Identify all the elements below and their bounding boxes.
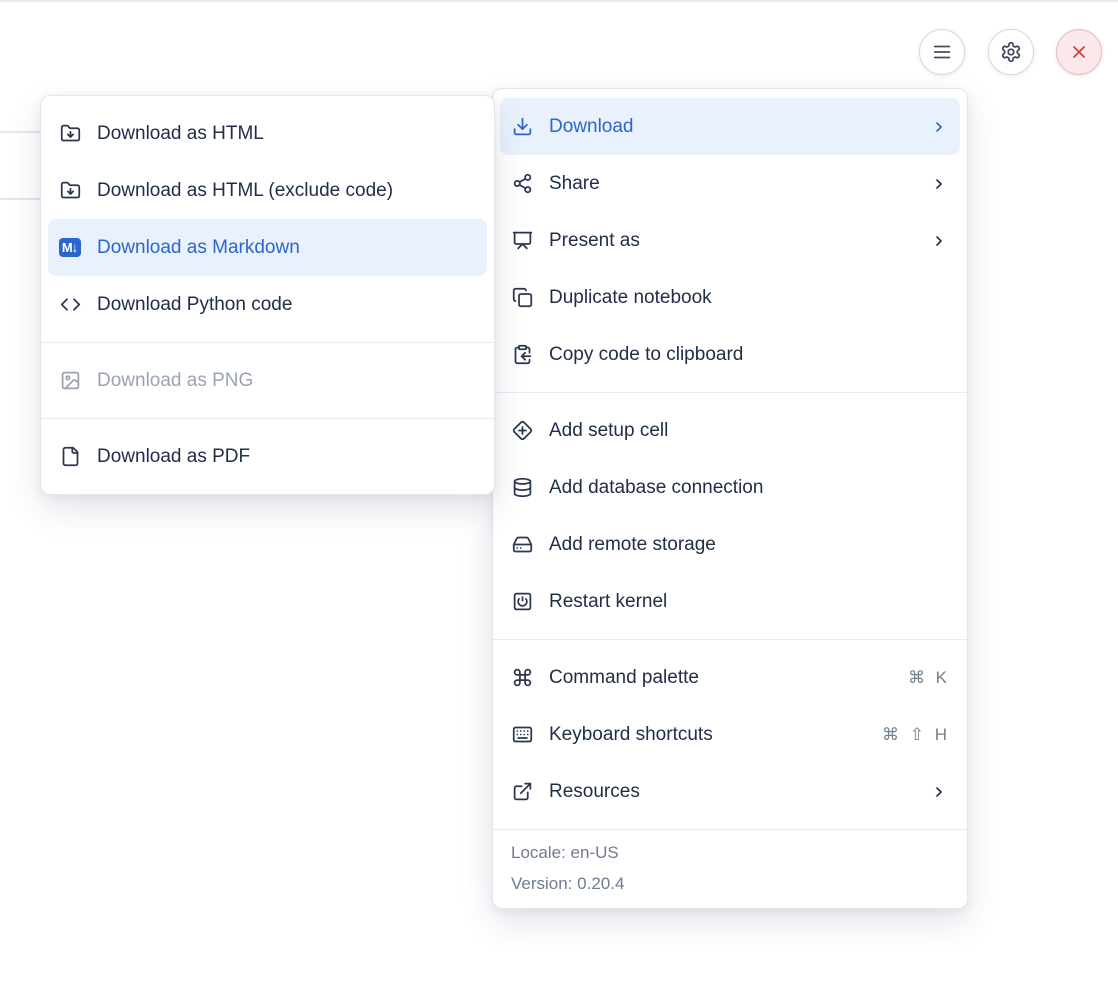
menu-item-download-markdown[interactable]: M↓ Download as Markdown xyxy=(48,219,487,276)
diamond-plus-icon xyxy=(511,420,533,442)
square-power-icon xyxy=(511,591,533,613)
share-icon xyxy=(511,173,533,195)
folder-down-icon xyxy=(59,180,81,202)
menu-item-resources[interactable]: Resources xyxy=(500,763,960,820)
version-text: Version: 0.20.4 xyxy=(511,868,949,899)
menu-item-download-python[interactable]: Download Python code xyxy=(48,276,487,333)
copy-icon xyxy=(511,287,533,309)
notebook-page: Download Share Present as xyxy=(0,0,1118,984)
shortcut-hint: ⌘ ⇧ H xyxy=(882,725,947,745)
shortcut-hint: ⌘ K xyxy=(908,668,947,688)
menu-item-label: Download as PNG xyxy=(97,370,474,392)
download-submenu: Download as HTML Download as HTML (exclu… xyxy=(40,95,495,495)
menu-item-label: Copy code to clipboard xyxy=(549,344,947,366)
menu-item-label: Present as xyxy=(549,230,931,252)
menu-item-label: Duplicate notebook xyxy=(549,287,947,309)
menu-item-label: Add database connection xyxy=(549,477,947,499)
close-x-icon xyxy=(1069,42,1089,62)
database-icon xyxy=(511,477,533,499)
menu-item-label: Download as PDF xyxy=(97,446,474,468)
locale-text: Locale: en-US xyxy=(511,837,949,868)
background-cell-border xyxy=(0,198,40,200)
menu-item-add-setup-cell[interactable]: Add setup cell xyxy=(500,402,960,459)
menu-item-label: Download as Markdown xyxy=(97,237,474,259)
menu-item-download-html[interactable]: Download as HTML xyxy=(48,105,487,162)
menu-item-copy-code[interactable]: Copy code to clipboard xyxy=(500,326,960,383)
menu-item-command-palette[interactable]: Command palette ⌘ K xyxy=(500,649,960,706)
menu-section-notebook: Add setup cell Add database connection A… xyxy=(493,393,967,639)
command-icon xyxy=(511,667,533,689)
folder-down-icon xyxy=(59,123,81,145)
menu-item-label: Share xyxy=(549,173,931,195)
menu-item-label: Keyboard shortcuts xyxy=(549,724,882,746)
menu-item-download-png[interactable]: Download as PNG xyxy=(48,352,487,409)
menu-item-restart-kernel[interactable]: Restart kernel xyxy=(500,573,960,630)
menu-item-add-database[interactable]: Add database connection xyxy=(500,459,960,516)
hard-drive-icon xyxy=(511,534,533,556)
notebook-menu-button[interactable] xyxy=(919,29,965,75)
download-icon xyxy=(511,116,533,138)
menu-item-label: Add remote storage xyxy=(549,534,947,556)
notebook-actions-menu: Download Share Present as xyxy=(492,88,968,909)
chevron-right-icon xyxy=(931,176,947,192)
chevron-right-icon xyxy=(931,119,947,135)
chevron-right-icon xyxy=(931,784,947,800)
menu-section-export: Download Share Present as xyxy=(493,89,967,392)
file-icon xyxy=(59,446,81,468)
menu-item-download-html-exclude-code[interactable]: Download as HTML (exclude code) xyxy=(48,162,487,219)
menu-item-label: Resources xyxy=(549,781,931,803)
menu-item-label: Download xyxy=(549,116,931,138)
menu-item-add-remote-storage[interactable]: Add remote storage xyxy=(500,516,960,573)
markdown-download-icon: M↓ xyxy=(59,237,81,259)
menu-icon xyxy=(931,41,953,63)
close-app-button[interactable] xyxy=(1056,29,1102,75)
menu-item-duplicate-notebook[interactable]: Duplicate notebook xyxy=(500,269,960,326)
menu-footer: Locale: en-US Version: 0.20.4 xyxy=(493,830,967,908)
code-icon xyxy=(59,294,81,316)
menu-item-share[interactable]: Share xyxy=(500,155,960,212)
submenu-section-documents: Download as HTML Download as HTML (exclu… xyxy=(41,96,494,342)
clipboard-copy-icon xyxy=(511,344,533,366)
submenu-section-png: Download as PNG xyxy=(41,343,494,418)
submenu-section-pdf: Download as PDF xyxy=(41,419,494,494)
menu-section-help: Command palette ⌘ K Keyboard shortcuts ⌘… xyxy=(493,640,967,829)
keyboard-icon xyxy=(511,724,533,746)
background-cell-border xyxy=(0,131,40,133)
menu-item-label: Download as HTML (exclude code) xyxy=(97,180,474,202)
presentation-icon xyxy=(511,230,533,252)
settings-button[interactable] xyxy=(988,29,1034,75)
menu-item-download[interactable]: Download xyxy=(500,98,960,155)
markdown-badge: M↓ xyxy=(59,238,81,257)
chevron-right-icon xyxy=(931,233,947,249)
menu-item-label: Command palette xyxy=(549,667,908,689)
menu-item-download-pdf[interactable]: Download as PDF xyxy=(48,428,487,485)
external-link-icon xyxy=(511,781,533,803)
page-top-border xyxy=(0,0,1118,2)
menu-item-keyboard-shortcuts[interactable]: Keyboard shortcuts ⌘ ⇧ H xyxy=(500,706,960,763)
menu-item-label: Add setup cell xyxy=(549,420,947,442)
menu-item-present-as[interactable]: Present as xyxy=(500,212,960,269)
image-icon xyxy=(59,370,81,392)
menu-item-label: Download Python code xyxy=(97,294,474,316)
menu-item-label: Download as HTML xyxy=(97,123,474,145)
menu-item-label: Restart kernel xyxy=(549,591,947,613)
settings-gear-icon xyxy=(1000,41,1022,63)
